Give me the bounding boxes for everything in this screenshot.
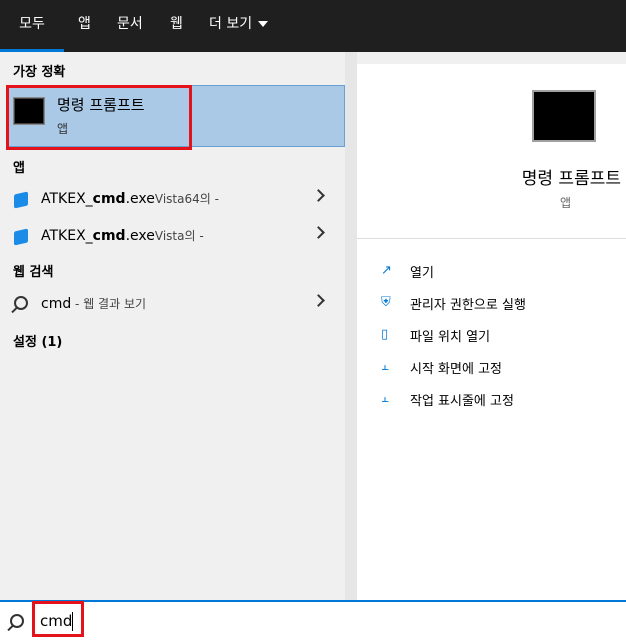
web-query: cmd bbox=[41, 296, 72, 312]
search-icon bbox=[10, 614, 24, 628]
action-label: 관리자 권한으로 실행 bbox=[410, 298, 526, 313]
filter-tab-bar: 모두 앱 문서 웹 더 보기 bbox=[0, 0, 626, 52]
app-result-location: Vista의 - bbox=[154, 229, 204, 243]
app-result-label: ATKEX_cmd.exeVista의 - bbox=[41, 227, 204, 244]
preview-title: 명령 프롬프트 bbox=[521, 169, 621, 189]
tab-web[interactable]: 웹 bbox=[170, 0, 183, 52]
action-label: 작업 표시줄에 고정 bbox=[410, 394, 514, 409]
shield-icon: ⛨ bbox=[381, 295, 391, 310]
tab-all[interactable]: 모두 bbox=[0, 0, 64, 52]
open-icon: ↗ bbox=[381, 263, 392, 278]
action-label: 열기 bbox=[410, 266, 434, 281]
action-label: 시작 화면에 고정 bbox=[410, 362, 502, 377]
tab-more[interactable]: 더 보기 bbox=[209, 0, 269, 52]
web-search-heading: 웹 검색 bbox=[13, 265, 54, 280]
app-name-match: cmd bbox=[92, 228, 126, 244]
web-result-hint: - 웹 결과 보기 bbox=[71, 297, 147, 311]
app-name-match: cmd bbox=[92, 191, 126, 207]
app-name-suffix: .exe bbox=[125, 228, 155, 244]
chevron-right-icon[interactable] bbox=[312, 189, 325, 202]
preview-panel bbox=[357, 64, 626, 600]
chevron-down-icon bbox=[258, 21, 269, 27]
panel-gutter bbox=[345, 52, 357, 600]
best-match-heading: 가장 정확 bbox=[13, 65, 66, 80]
annotation-highlight-search bbox=[32, 601, 84, 637]
tab-documents[interactable]: 문서 bbox=[117, 0, 143, 52]
preview-divider bbox=[357, 238, 626, 239]
search-icon bbox=[14, 296, 28, 310]
pin-icon: ⫠ bbox=[381, 391, 389, 406]
chevron-right-icon[interactable] bbox=[312, 226, 325, 239]
annotation-highlight-result bbox=[6, 85, 192, 150]
app-result-vista64[interactable]: ATKEX_cmd.exeVista64의 - bbox=[0, 183, 345, 215]
apps-heading: 앱 bbox=[13, 161, 25, 176]
tab-apps[interactable]: 앱 bbox=[78, 0, 91, 52]
app-result-location: Vista64의 - bbox=[154, 192, 219, 206]
app-name-prefix: ATKEX_ bbox=[41, 191, 93, 207]
search-bar[interactable]: cmd bbox=[0, 600, 626, 640]
app-result-label: ATKEX_cmd.exeVista64의 - bbox=[41, 190, 219, 207]
web-result[interactable]: cmd - 웹 결과 보기 bbox=[0, 290, 345, 322]
preview-subtitle: 앱 bbox=[559, 196, 571, 210]
app-cube-icon bbox=[14, 191, 28, 209]
app-cube-icon bbox=[14, 228, 28, 246]
tab-more-label: 더 보기 bbox=[209, 16, 253, 32]
web-result-label: cmd - 웹 결과 보기 bbox=[41, 295, 146, 312]
chevron-right-icon[interactable] bbox=[312, 294, 325, 307]
app-name-prefix: ATKEX_ bbox=[41, 228, 93, 244]
app-result-vista[interactable]: ATKEX_cmd.exeVista의 - bbox=[0, 220, 345, 252]
command-prompt-icon bbox=[532, 90, 596, 142]
file-location-icon: ▯ bbox=[381, 327, 389, 342]
app-name-suffix: .exe bbox=[125, 191, 155, 207]
pin-icon: ⫠ bbox=[381, 359, 389, 374]
action-label: 파일 위치 열기 bbox=[410, 330, 491, 345]
settings-heading[interactable]: 설정 (1) bbox=[13, 331, 62, 350]
